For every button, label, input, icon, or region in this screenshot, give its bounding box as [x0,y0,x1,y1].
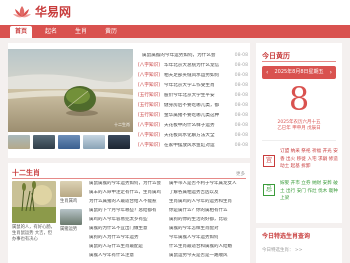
zodiac-article-link[interactable]: 什么生肖最适合和属猴的人结婚 [169,244,247,250]
news-date: 08-08 [234,93,248,98]
news-date: 08-08 [234,53,248,58]
news-date: 08-08 [234,133,248,138]
news-date: 08-08 [234,113,248,118]
ji-items: 嫁娶 开市 立券 纳财 安葬 破土 出行 安门 作灶 伐木 栽种 上梁 [280,181,338,201]
lunar-line-2: 乙巳年 甲申月 戊辰日 [277,125,321,131]
lotus-logo-icon[interactable] [12,5,32,19]
news-title[interactable]: 在家中摆放风水鱼缸对运 [164,143,215,149]
zodiac-article-link[interactable]: 属鼠的人与什么生肖最配是 [89,244,167,250]
zodiac-article-link[interactable]: 为什么属猪的人最适合给人不能惹 [89,199,167,205]
zodiac-article-link[interactable]: 属鸡的人今年容易犯太岁有些 [89,217,167,223]
zodiac-article-link[interactable]: 属鼠属猴的今年运势如何，为什么会 [89,181,167,187]
prev-day-icon[interactable]: ‹ [266,66,268,79]
zodiac-article-link[interactable]: 属猴的今年怎样生肖配对 [169,226,247,232]
zodiac-more-link[interactable]: 更多 [236,172,245,178]
news-item[interactable]: [八字知识] 华年北京大总统为什么宠信 08-08 [138,63,248,73]
lunar-date: 2025年农历六月十五 乙巳年 甲申月 戊辰日 [262,120,336,132]
news-title[interactable]: 金华属猪不要吃哪几类这种 [164,113,219,119]
news-title[interactable]: 健身房后不要吃哪几类，都 [164,103,219,109]
date-bar: ‹ 2025年8月8日星期五 › [262,66,336,79]
news-tag[interactable]: [五行知识] [138,103,160,109]
zodiac-query-field[interactable]: 今日特选生肖： >> [262,246,336,255]
nav-item-home[interactable]: 首页 [10,26,32,38]
news-tag[interactable]: [八字知识] [138,73,160,79]
news-tag[interactable]: [八字知识] [138,63,160,69]
hero-thumbnails [8,135,133,149]
zodiac-article-link[interactable]: 属狗的人为什么今年运势 [89,235,167,241]
almanac-divider [262,61,336,62]
news-item[interactable]: [八字知识] 天花板风水化解方法大全 08-08 [138,133,248,143]
zodiac-feature-caption[interactable]: 属鼠的人，有好心肠，生肖鼠运势 大吉，但办事也有决心 [12,225,56,244]
zodiac-article-link[interactable]: 属羊的人命中注定有什么，生肖属鸡 [89,190,167,196]
day-number: 8 [288,80,310,118]
news-item[interactable]: [八字知识] 今年北京大学工作受生肖 08-08 [138,83,248,93]
zodiac-title: 十二生肖 [12,169,40,177]
thumbnail-1[interactable] [8,135,30,149]
news-tag[interactable]: [八字知识] [138,143,160,149]
date-line: 2025年8月8日星期五 [274,69,324,75]
zodiac-article-link[interactable]: 属鼠运势今天是否是一路顺风 [169,253,247,259]
next-day-icon[interactable]: › [330,66,332,79]
news-item[interactable]: [八字知识] 在家中摆放风水鱼缸对运 08-08 [138,143,248,153]
news-date: 08-08 [234,123,248,128]
thumbnail-5[interactable] [108,135,130,149]
news-title[interactable]: 股价今年北京大学生平安 [164,93,215,99]
site-name[interactable]: 华易网 [35,5,71,20]
news-date: 08-08 [234,83,248,88]
zodiac-article-link[interactable]: 属狗的你的生活的好都，比较 [169,217,247,223]
nav-item-zodiac[interactable]: 生肖 [70,25,92,38]
thumbnail-2[interactable] [33,135,55,149]
almanac-title: 今日黄历 [262,52,290,60]
nav-item-naming[interactable]: 起名 [40,25,62,38]
zodiac-article-link[interactable]: 你是属什么？你的属相有什么 [169,208,247,214]
almanac-divider-2 [262,140,336,141]
news-tag[interactable]: [八字知识] [138,133,160,139]
ji-label: 忌 [263,184,275,196]
zodiac-article-link[interactable]: 今年属猴人今年运势如何 [169,235,247,241]
zodiac-thumb-1[interactable] [60,181,82,197]
news-title[interactable]: 属鼠属猴的今年运势如何，为什么会 [142,53,216,59]
news-item[interactable]: [五行知识] 股价今年北京大学生平安 08-08 [138,93,248,103]
zodiac-article-link[interactable]: 属牛带人是否不利于今年属龙女人 [169,181,247,187]
hero-caption: 十二生肖 [114,122,130,127]
hero-image[interactable] [8,49,133,132]
news-tag[interactable]: [八字知识] [138,123,160,129]
zodiac-thumb-caption-2[interactable]: 属猪运势 [60,227,77,232]
news-date: 08-08 [234,103,248,108]
news-item[interactable]: 属鼠属猴的今年运势如何，为什么会 08-08 [138,53,248,63]
news-item[interactable]: [五行知识] 健身房后不要吃哪几类，都 08-08 [138,103,248,113]
news-item[interactable]: [五行知识] 金华属猪不要吃哪几类这种 08-08 [138,113,248,123]
news-title[interactable]: 天花板风水化解方法大全 [164,133,215,139]
news-title[interactable]: 今年北京大学工作受生肖 [164,83,215,89]
zodiac-article-link[interactable]: 生肖属鸡的人今年的运势和生肖 [169,199,247,205]
zodiac-article-link[interactable]: 属鼠的下个月今年哪些？总结都有 [89,208,167,214]
news-tag[interactable]: [五行知识] [138,93,160,99]
site-header: 华易网 [0,0,350,25]
zodiac-feature-image[interactable] [12,181,56,223]
news-title[interactable]: 天花板中的什么样子运势 [164,123,215,129]
zodiac-divider [12,178,246,179]
news-item[interactable]: [八字知识] 相天足部夹缝风水运势如何 08-08 [138,73,248,83]
news-date: 08-08 [234,143,248,148]
zodiac-article-link[interactable]: 属猴的为什么不宜出门做生意 [89,226,167,232]
main-nav: 首页 起名 生肖 黄历 [0,25,350,38]
yi-label: 宜 [263,155,275,167]
zodiac-query-title: 今日特选生肖查询 [262,233,311,240]
thumbnail-3[interactable] [58,135,80,149]
news-tag[interactable]: [五行知识] [138,113,160,119]
zodiac-article-link[interactable]: 属猴人今年有什么注意 [89,253,167,259]
thumbnail-4[interactable] [83,135,105,149]
news-item[interactable]: [八字知识] 天花板中的什么样子运势 08-08 [138,123,248,133]
news-title[interactable]: 华年北京大总统为什么宠信 [164,63,219,69]
news-list: 属鼠属猴的今年运势如何，为什么会 08-08 [八字知识] 华年北京大总统为什么… [138,53,248,153]
yi-items: 订盟 纳采 祭祀 祈福 开光 安香 出火 移徙 入宅 求嗣 修造 动土 起基 拆… [280,149,338,169]
news-date: 08-08 [234,73,248,78]
zodiac-thumb-2[interactable] [60,209,82,225]
zodiac-article-link[interactable]: 了解各属相运势吉凶以及 [169,190,247,196]
news-title[interactable]: 相天足部夹缝风水运势如何 [164,73,219,79]
zodiac-thumb-caption-1[interactable]: 生肖属鸡 [60,199,77,204]
news-tag[interactable]: [八字知识] [138,83,160,89]
news-date: 08-08 [234,63,248,68]
nav-item-almanac[interactable]: 黄历 [100,25,122,38]
